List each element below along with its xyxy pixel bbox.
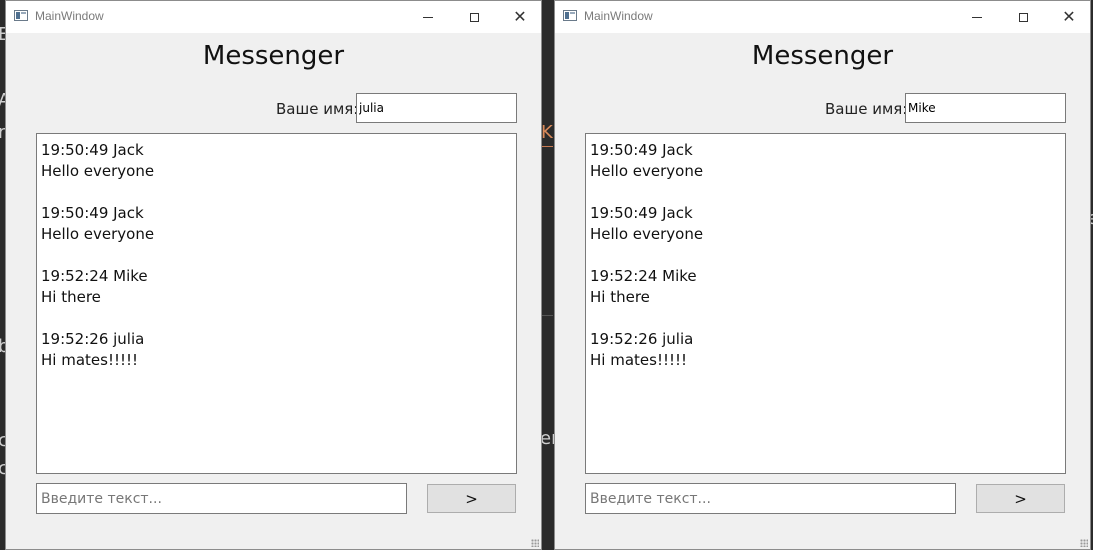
message-header: 19:52:26 julia <box>41 330 145 348</box>
name-field[interactable] <box>356 93 517 123</box>
message-header: 19:52:24 Mike <box>41 267 148 285</box>
chat-history[interactable]: 19:50:49 Jack Hello everyone 19:50:49 Ja… <box>36 133 517 474</box>
page-title: Messenger <box>751 41 894 71</box>
minimize-button[interactable] <box>405 1 451 33</box>
title-bar[interactable]: MainWindow ✕ <box>6 1 541 33</box>
message-text: Hello everyone <box>590 162 704 180</box>
app-icon <box>563 10 577 21</box>
name-label: Ваше имя: <box>825 100 908 118</box>
message-header: 19:50:49 Jack <box>41 141 144 159</box>
page-title: Messenger <box>202 41 345 71</box>
resize-grip[interactable] <box>1080 539 1088 547</box>
message-header: 19:52:26 julia <box>590 330 694 348</box>
minimize-icon <box>423 16 433 18</box>
maximize-button[interactable] <box>451 1 497 33</box>
background-divider <box>541 146 553 147</box>
background-divider <box>541 315 553 316</box>
maximize-icon <box>469 12 479 22</box>
send-button[interactable]: > <box>976 484 1065 513</box>
window-title: MainWindow <box>35 9 104 23</box>
messenger-window-julia: MainWindow ✕ Messenger Ваше имя: 19:50:4… <box>5 0 542 550</box>
background-fragment: K <box>541 122 553 143</box>
message-text: Hi there <box>590 288 650 306</box>
name-label: Ваше имя: <box>276 100 359 118</box>
app-icon <box>14 10 28 21</box>
message-input[interactable] <box>36 483 407 514</box>
minimize-button[interactable] <box>954 1 1000 33</box>
chat-history[interactable]: 19:50:49 Jack Hello everyone 19:50:49 Ja… <box>585 133 1066 474</box>
resize-grip[interactable] <box>531 539 539 547</box>
messenger-window-mike: MainWindow ✕ Messenger Ваше имя: 19:50:4… <box>554 0 1091 550</box>
maximize-button[interactable] <box>1000 1 1046 33</box>
message-header: 19:52:24 Mike <box>590 267 697 285</box>
message-text: Hi there <box>41 288 101 306</box>
window-title: MainWindow <box>584 9 653 23</box>
close-icon: ✕ <box>513 7 527 26</box>
close-button[interactable]: ✕ <box>497 1 543 33</box>
send-button[interactable]: > <box>427 484 516 513</box>
message-text: Hi mates!!!!! <box>590 351 688 369</box>
message-text: Hello everyone <box>41 162 155 180</box>
message-text: Hello everyone <box>41 225 155 243</box>
message-header: 19:50:49 Jack <box>41 204 144 222</box>
message-header: 19:50:49 Jack <box>590 204 693 222</box>
close-icon: ✕ <box>1062 7 1076 26</box>
message-header: 19:50:49 Jack <box>590 141 693 159</box>
name-field[interactable] <box>905 93 1066 123</box>
close-button[interactable]: ✕ <box>1046 1 1092 33</box>
title-bar[interactable]: MainWindow ✕ <box>555 1 1090 33</box>
message-input[interactable] <box>585 483 956 514</box>
message-text: Hi mates!!!!! <box>41 351 139 369</box>
maximize-icon <box>1018 12 1028 22</box>
message-text: Hello everyone <box>590 225 704 243</box>
minimize-icon <box>972 16 982 18</box>
